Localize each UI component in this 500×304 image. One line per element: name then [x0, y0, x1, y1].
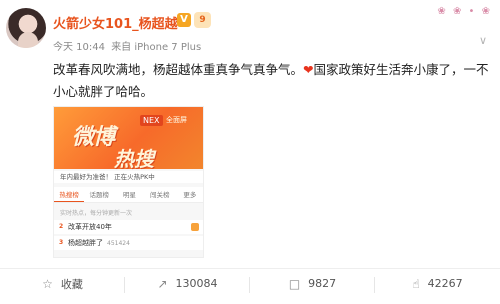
- banner-tag: NEX: [140, 115, 163, 126]
- hot-search-count: 451424: [107, 240, 130, 247]
- level-badge: 9: [194, 12, 211, 28]
- thumbs-up-icon: ☝: [412, 276, 420, 291]
- hot-search-rank: 2: [59, 223, 64, 230]
- like-count: 42267: [427, 277, 463, 290]
- card-tab: 更多: [183, 191, 197, 199]
- hot-search-title: 改革开放40年: [68, 223, 112, 231]
- chevron-down-icon[interactable]: ∨: [476, 34, 490, 48]
- post-meta: 今天 10:44 来自 iPhone 7 Plus: [53, 38, 204, 53]
- card-tab: 热搜榜: [54, 187, 85, 202]
- comment-icon: □: [288, 276, 301, 291]
- favorite-button[interactable]: ☆ 收藏: [0, 269, 125, 298]
- card-tab: 话题榜: [89, 191, 110, 199]
- star-icon: ☆: [42, 276, 53, 291]
- hot-search-row: 2 改革开放40年: [54, 220, 203, 234]
- like-button[interactable]: ☝ 42267: [375, 269, 500, 298]
- card-tab: 闯关榜: [149, 191, 170, 199]
- comment-button[interactable]: □ 9827: [250, 269, 375, 298]
- post-text: 改革春风吹满地，杨超越体重真争气真争气。❤国家政策好生活奔小康了，一不小心就胖了…: [53, 59, 497, 103]
- avatar[interactable]: [6, 8, 46, 48]
- banner-tag-2: 全面屏: [166, 116, 187, 124]
- comment-count: 9827: [308, 277, 337, 290]
- post-source: 来自 iPhone 7 Plus: [111, 42, 202, 53]
- banner-title-2: 热搜: [114, 147, 154, 171]
- weibo-hot-search-banner: 微博 热搜 NEX 全面屏: [54, 107, 203, 171]
- card-subhead: 实时热点，每分钟更新一次: [60, 210, 133, 217]
- post-text-part1: 改革春风吹满地，杨超越体重真争气真争气。: [53, 62, 304, 77]
- post-time[interactable]: 今天 10:44: [53, 42, 105, 53]
- card-tabs: 热搜榜 话题榜 明星 闯关榜 更多: [54, 187, 203, 203]
- hot-icon: [191, 223, 199, 231]
- favorite-label: 收藏: [60, 277, 83, 291]
- action-bar: ☆ 收藏 ↗ 130084 □ 9827 ☝ 42267: [0, 268, 500, 298]
- banner-title: 微博: [72, 125, 115, 150]
- hot-search-row: 3 杨超越胖了 451424: [54, 236, 203, 250]
- card-decoration: ❀ ❀ • ❀: [437, 6, 492, 17]
- verified-badge: V: [177, 13, 191, 27]
- heart-icon: ❤: [303, 62, 314, 77]
- username[interactable]: 火箭少女101_杨超越: [53, 13, 178, 32]
- repost-icon: ↗: [157, 276, 168, 291]
- repost-count: 130084: [175, 277, 218, 290]
- card-strip: 年内最好为准爸！ 正在火热PK中: [54, 171, 203, 183]
- card-tab: 明星: [123, 191, 136, 199]
- hot-search-title: 杨超越胖了: [68, 239, 103, 247]
- hot-search-rank: 3: [59, 239, 64, 246]
- post-image[interactable]: 微博 热搜 NEX 全面屏 年内最好为准爸！ 正在火热PK中 热搜榜 话题榜 明…: [53, 106, 204, 258]
- repost-button[interactable]: ↗ 130084: [125, 269, 250, 298]
